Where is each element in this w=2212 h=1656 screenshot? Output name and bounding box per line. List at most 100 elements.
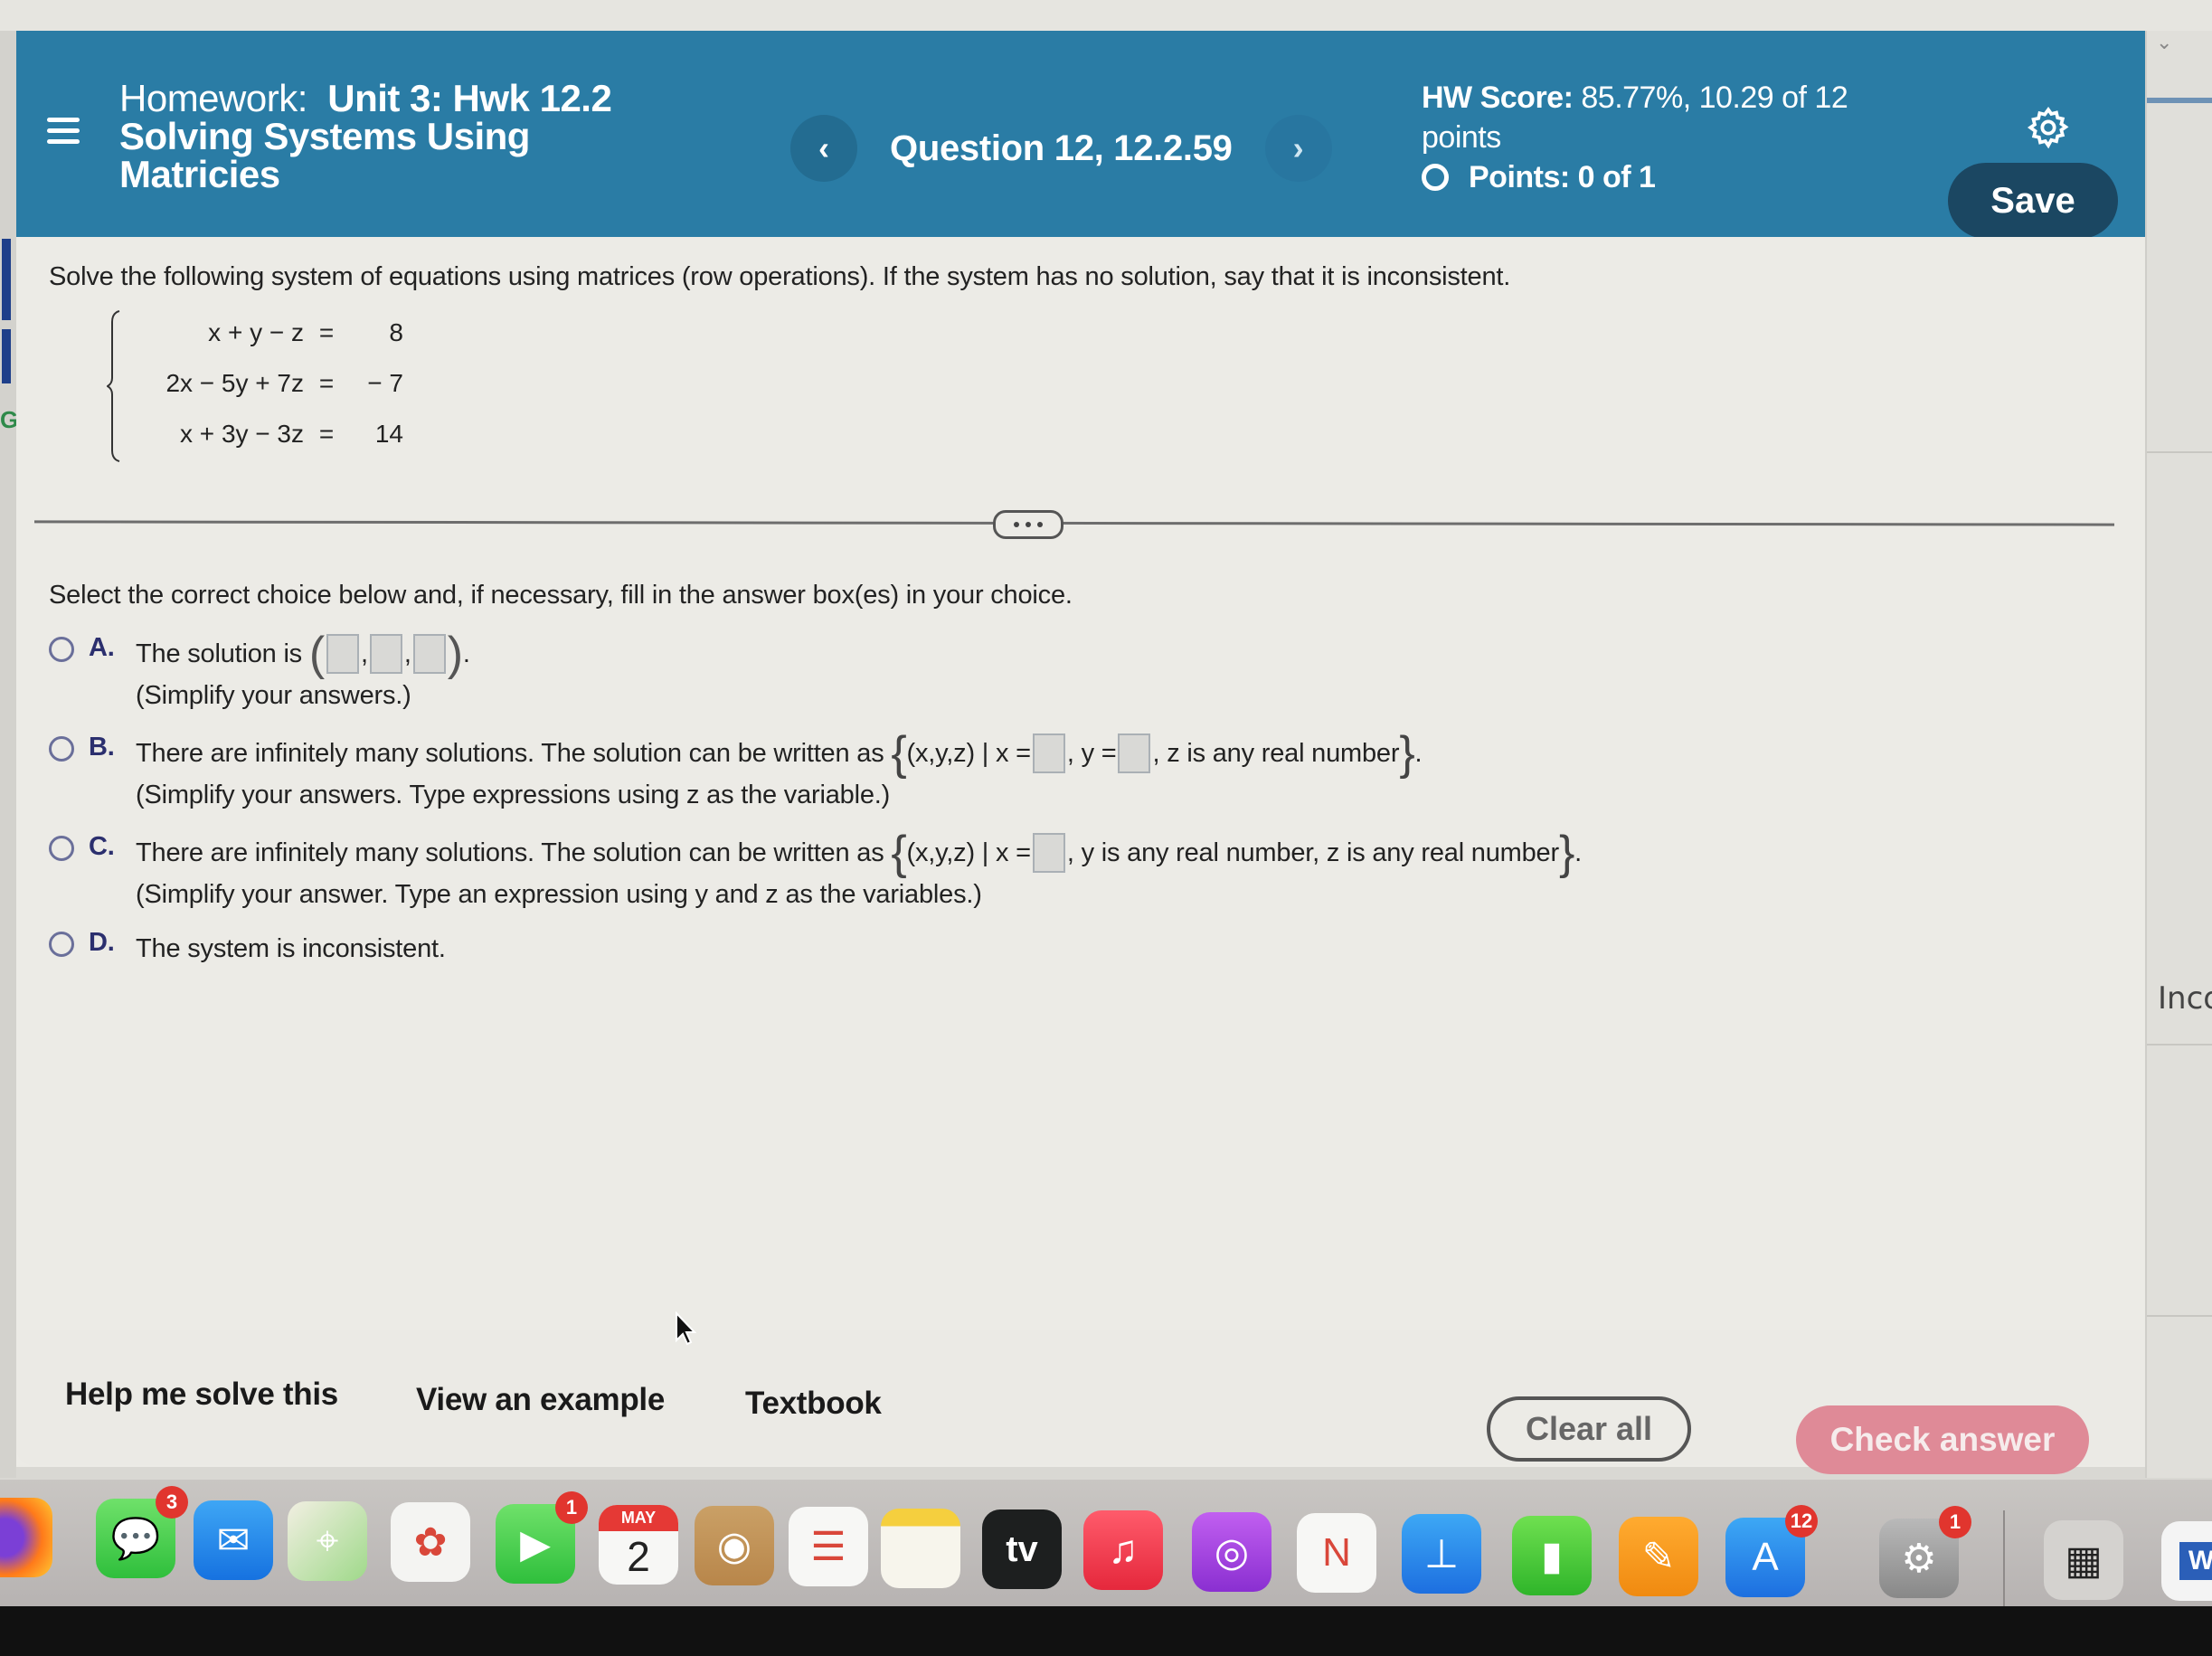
answer-box-y[interactable] [369,634,402,674]
side-panel-divider [2147,1044,2212,1046]
side-panel-divider [2147,1315,2212,1317]
dock-app-calendar[interactable]: MAY 2 [599,1505,678,1585]
dock-app-numbers[interactable]: ▮ [1512,1516,1592,1595]
mouse-cursor-icon [676,1311,696,1346]
choice-letter: B. [89,733,115,762]
choice-c: C. There are infinitely many solutions. … [49,827,1582,915]
dock-app-keynote[interactable]: ⊥ [1402,1514,1481,1594]
dock-app-reminders[interactable]: ☰ [789,1507,868,1586]
dock-app-firefox[interactable] [0,1498,52,1577]
equation-row: 2x − 5y + 7z = − 7 [114,369,403,398]
answer-instruction: Select the correct choice below and, if … [49,581,1073,610]
save-button[interactable]: Save [1948,163,2118,239]
calculator-icon: ▦ [2065,1538,2103,1583]
facetime-icon: ▶ [520,1521,551,1566]
previous-question-button[interactable]: ‹ [790,115,857,182]
textbook-link[interactable]: Textbook [745,1386,882,1422]
mail-icon: ✉ [216,1518,251,1563]
equation-lhs: x + 3y − 3z [180,420,304,448]
set-notation: , y = [1066,739,1117,768]
dock-app-apple-tv[interactable]: tv [982,1509,1062,1589]
news-icon: N [1322,1530,1351,1575]
reminders-icon: ☰ [810,1524,846,1569]
hw-score-unit: points [1422,120,1501,155]
score-panel: HW Score: 85.77%, 10.29 of 12 points Poi… [1422,78,1848,197]
question-navigator: ‹ Question 12, 12.2.59 › [790,112,1332,185]
next-question-button[interactable]: › [1264,115,1332,182]
dock-app-pages[interactable]: ✎ [1619,1517,1698,1596]
apple-tv-icon: tv [1006,1528,1038,1569]
answer-box-x[interactable] [1032,733,1065,773]
dock-app-app-store[interactable]: A 12 [1725,1505,1818,1597]
answer-box-y[interactable] [1118,733,1151,773]
chevron-down-icon[interactable]: ⌄ [2156,31,2172,54]
question-content: Solve the following system of equations … [16,237,2145,1467]
dock-app-mail[interactable]: ✉ [194,1500,273,1580]
choice-text: There are infinitely many solutions. The… [136,838,884,867]
answer-box-z[interactable] [412,634,446,674]
set-notation: , y is any real number, z is any real nu… [1066,838,1559,867]
calendar-month: MAY [599,1505,678,1531]
brace-open: { [891,827,907,879]
choice-text: The solution is [136,639,302,668]
contacts-icon: ◉ [716,1523,752,1568]
choice-letter: A. [89,633,115,662]
dock-app-photos[interactable]: ✿ [391,1502,470,1582]
view-example-link[interactable]: View an example [416,1382,665,1418]
choice-c-radio[interactable] [49,836,74,861]
side-panel: ⌄ Inco [2145,31,2212,1478]
paren-close: ) [447,628,463,680]
question-prompt: Solve the following system of equations … [49,262,1511,291]
equation-equals: = [318,420,335,448]
choice-text: The system is inconsistent. [136,934,446,963]
hw-score-value: 85.77%, 10.29 of 12 [1581,80,1848,115]
answer-box-x[interactable] [1032,833,1065,873]
choice-a-radio[interactable] [49,637,74,662]
dock-app-messages[interactable]: 💬 3 [96,1486,188,1578]
photos-icon: ✿ [413,1519,448,1565]
paren-open: ( [308,628,325,680]
dock-app-word[interactable]: W [2161,1521,2212,1601]
answer-box-x[interactable] [326,634,359,674]
gear-icon[interactable] [2026,105,2071,150]
notification-badge: 1 [1939,1506,1971,1538]
check-answer-button[interactable]: Check answer [1796,1405,2089,1474]
music-icon: ♫ [1108,1528,1139,1572]
equation-rhs: 14 [374,420,403,448]
hamburger-menu-icon[interactable] [47,118,80,147]
dock-app-contacts[interactable]: ◉ [695,1506,774,1585]
dock-app-notes[interactable] [881,1509,960,1588]
choice-d-radio[interactable] [49,932,74,957]
question-label: Question 12, 12.2.59 [890,128,1233,168]
choice-text: There are infinitely many solutions. The… [136,739,884,768]
dock-app-facetime[interactable]: ▶ 1 [496,1491,588,1584]
help-me-solve-link[interactable]: Help me solve this [65,1377,338,1413]
clear-all-button[interactable]: Clear all [1487,1396,1691,1462]
set-notation: , z is any real number [1152,739,1400,768]
dock-app-news[interactable]: N [1297,1513,1376,1593]
equation-equals: = [318,318,335,346]
brace-open: { [891,727,907,780]
choice-d: D. The system is inconsistent. [49,928,446,970]
calendar-icon: MAY 2 [599,1505,678,1585]
choice-a: A. The solution is ( , , ). (Simplify yo… [49,628,470,716]
dock-app-system-settings[interactable]: ⚙ 1 [1879,1506,1971,1598]
expand-handle-button[interactable] [993,510,1063,539]
choice-letter: C. [89,832,115,861]
equation-lhs: 2x − 5y + 7z [165,369,304,397]
dock-app-music[interactable]: ♫ [1083,1510,1163,1590]
dock-app-maps[interactable]: ⌖ [288,1501,367,1581]
screen-bezel [0,1606,2212,1656]
equation-equals: = [318,369,335,397]
dock-app-calculator[interactable]: ▦ [2044,1520,2123,1600]
background-window-edge: G [0,31,18,1478]
app-store-icon: A [1752,1535,1779,1579]
dock-app-podcasts[interactable]: ◎ [1192,1512,1271,1592]
system-settings-icon: ⚙ [1901,1536,1937,1581]
points-label: Points: 0 of 1 [1469,160,1656,194]
choice-b-radio[interactable] [49,736,74,762]
side-panel-divider [2147,451,2212,453]
dock-separator [2003,1510,2005,1610]
points-status-icon [1422,164,1449,191]
choice-hint: (Simplify your answers. Type expressions… [136,781,891,809]
